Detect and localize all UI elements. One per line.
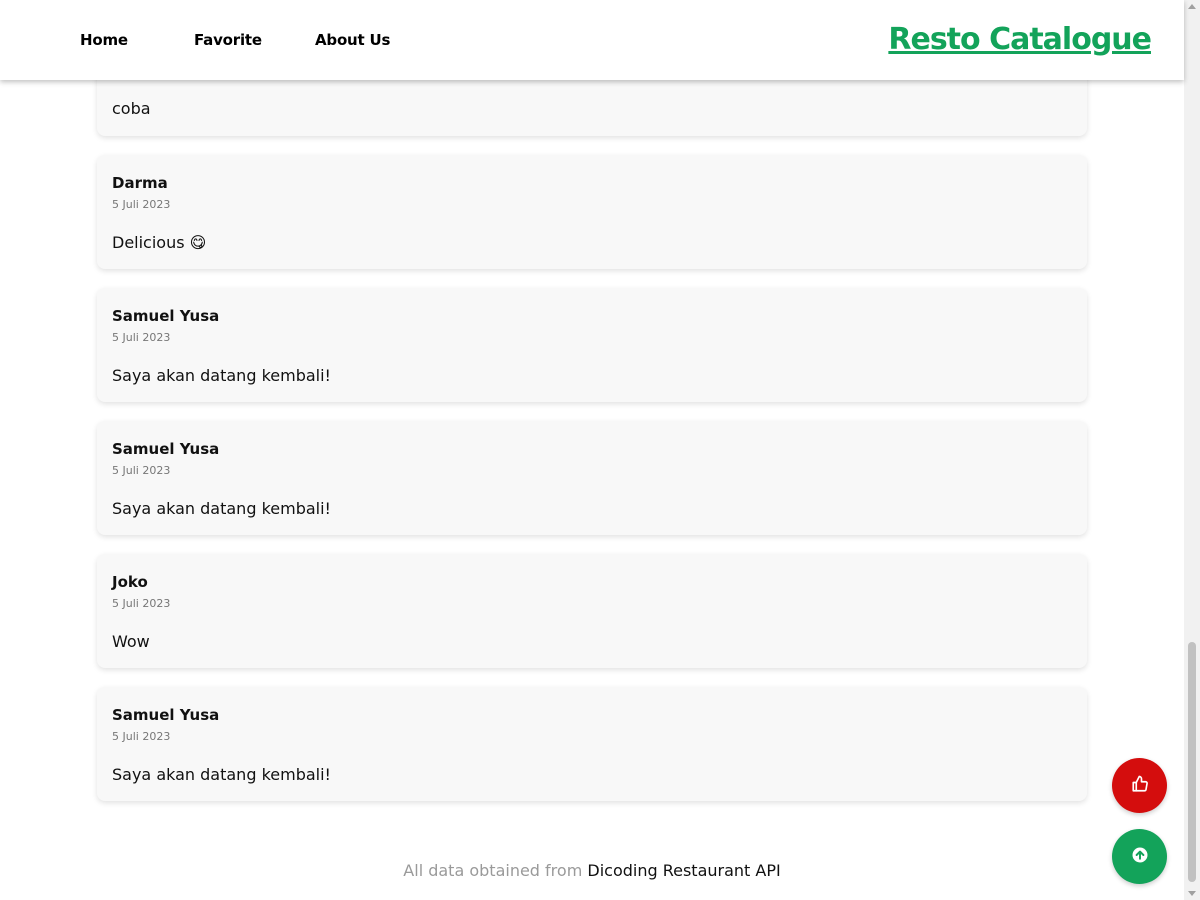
review-list: coba Darma 5 Juli 2023 Delicious 😋 Samue… [0,0,1184,900]
review-card: Joko 5 Juli 2023 Wow [97,554,1087,668]
review-date: 5 Juli 2023 [112,730,171,743]
review-date: 5 Juli 2023 [112,597,171,610]
arrow-up-circle-icon [1131,846,1149,868]
top-navbar: Home Favorite About Us Resto Catalogue [0,0,1184,80]
scroll-up-arrow[interactable] [1188,4,1196,9]
brand-logo[interactable]: Resto Catalogue [888,22,1152,57]
api-link[interactable]: Dicoding Restaurant API [587,861,780,880]
thumbs-up-icon [1131,775,1149,797]
review-date: 5 Juli 2023 [112,331,171,344]
scroll-thumb[interactable] [1188,642,1196,882]
scroll-down-arrow[interactable] [1188,891,1196,896]
reviewer-name: Samuel Yusa [112,706,220,724]
reviewer-name: Samuel Yusa [112,307,220,325]
review-text: Saya akan datang kembali! [112,366,331,385]
nav-favorite-link[interactable]: Favorite [194,31,262,49]
review-text: Saya akan datang kembali! [112,499,331,518]
scroll-to-top-button[interactable] [1112,829,1167,884]
reviewer-name: Darma [112,174,168,192]
like-button[interactable] [1112,758,1167,813]
footer-credit: All data obtained from Dicoding Restaura… [0,861,1184,880]
review-card: Darma 5 Juli 2023 Delicious 😋 [97,155,1087,269]
reviewer-name: Samuel Yusa [112,440,220,458]
review-date: 5 Juli 2023 [112,198,171,211]
review-text: Wow [112,632,150,651]
review-card: Samuel Yusa 5 Juli 2023 Saya akan datang… [97,421,1087,535]
vertical-scrollbar[interactable] [1184,0,1200,900]
review-date: 5 Juli 2023 [112,464,171,477]
review-text: Saya akan datang kembali! [112,765,331,784]
nav-about-link[interactable]: About Us [315,31,390,49]
review-card: Samuel Yusa 5 Juli 2023 Saya akan datang… [97,687,1087,801]
footer-prefix: All data obtained from [403,861,583,880]
review-card: Samuel Yusa 5 Juli 2023 Saya akan datang… [97,288,1087,402]
review-text: Delicious 😋 [112,233,207,252]
nav-home-link[interactable]: Home [80,31,128,49]
reviewer-name: Joko [112,573,148,591]
review-text: coba [112,99,151,118]
